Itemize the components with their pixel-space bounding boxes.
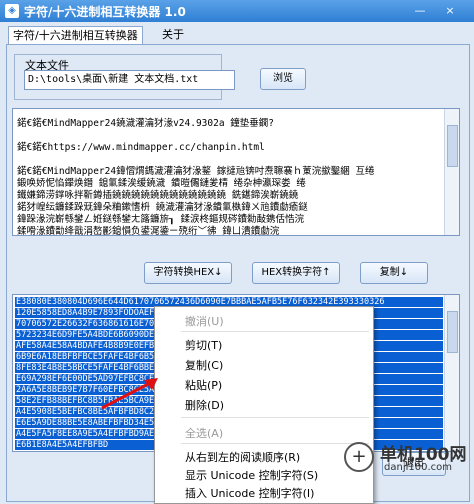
- scroll-thumb[interactable]: [447, 311, 458, 353]
- text-line: 鍩€鍩€MindMapper24鐃濊灌瀹犲湪v24.9302a 鐘垫垂鐗?: [17, 118, 274, 129]
- minimize-button[interactable]: —: [410, 2, 430, 19]
- tab-converter[interactable]: 字符/十六进制相互转换器: [8, 26, 143, 45]
- text-content-area[interactable]: 鍩€鍩€MindMapper24鐃濊灌瀹犲湪v24.9302a 鐘垫垂鐗? 鍩€…: [12, 108, 460, 236]
- menu-item-select-all[interactable]: 全选(A): [185, 425, 223, 441]
- hex-line: E6B1E8A4E5A4EFBFBD: [16, 440, 109, 450]
- scroll-thumb[interactable]: [447, 125, 458, 167]
- close-button[interactable]: ×: [440, 2, 460, 19]
- tab-about[interactable]: 关于: [158, 26, 188, 44]
- menu-item-paste[interactable]: 粘贴(P): [185, 377, 222, 393]
- watermark-site-url: danji100.com: [384, 462, 452, 473]
- file-path-input[interactable]: D:\tools\桌面\新建 文本文档.txt: [24, 70, 235, 90]
- menu-item-undo[interactable]: 撤消(U): [185, 313, 224, 329]
- text-line: 鍩€鍩€https://www.mindmapper.cc/chanpin.ht…: [17, 142, 265, 153]
- app-icon: ◈: [5, 4, 19, 18]
- copy-button[interactable]: 复制↓: [360, 262, 428, 284]
- menu-item-cut[interactable]: 剪切(T): [185, 337, 222, 353]
- str-to-hex-button[interactable]: 字符转换HEX↓: [144, 262, 232, 284]
- menu-item-copy[interactable]: 复制(C): [185, 357, 223, 373]
- text-line: 鍒嗗湪鐨勫绛戠涓嶅彲鎴愪负鍙浘鍌ㄧ殑绗﹀彿 鍏ㄩ潰鐨勮浣: [17, 226, 280, 236]
- plus-circle-icon: +: [344, 442, 374, 472]
- menu-item-show-unicode[interactable]: 显示 Unicode 控制字符(S): [185, 467, 318, 483]
- context-menu: 撤消(U) 剪切(T) 复制(C) 粘贴(P) 删除(D) 全选(A) 从右到左…: [154, 306, 374, 504]
- watermark: + 单机100网 danji100.com: [344, 440, 474, 502]
- menu-item-delete[interactable]: 删除(D): [185, 397, 224, 413]
- text-scrollbar[interactable]: [444, 109, 459, 235]
- title-bar: ◈ 字符/十六进制相互转换器 1.0 — ×: [0, 0, 474, 22]
- menu-item-rtl[interactable]: 从右到左的阅读顺序(R): [185, 449, 300, 465]
- hex-to-str-button[interactable]: HEX转换字符↑: [252, 262, 340, 284]
- window-title: 字符/十六进制相互转换器 1.0: [24, 5, 186, 19]
- menu-item-insert-unicode[interactable]: 插入 Unicode 控制字符(I): [185, 485, 314, 501]
- hex-scrollbar[interactable]: [444, 295, 459, 451]
- browse-button[interactable]: 浏览: [260, 68, 306, 90]
